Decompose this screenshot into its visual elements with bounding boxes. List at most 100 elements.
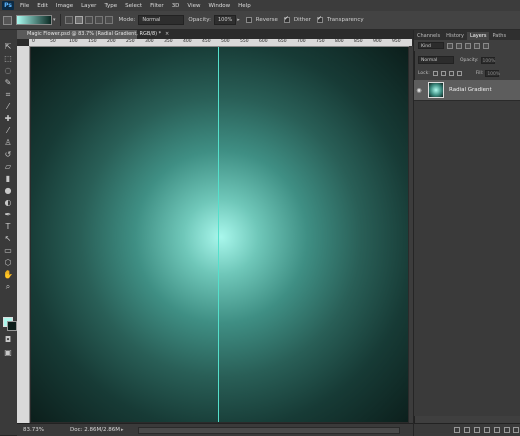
healing-brush-tool-icon[interactable]: ✚ [3,114,13,124]
pixel-filter-icon[interactable] [447,42,453,49]
menu-view[interactable]: View [187,3,200,9]
reverse-checkbox[interactable] [245,17,252,23]
blend-mode-select[interactable]: Normal [418,56,454,64]
layer-opacity-field[interactable]: 100% [480,56,495,64]
trash-icon[interactable] [513,427,519,433]
adjustment-layer-icon[interactable] [484,427,490,433]
pen-tool-icon[interactable]: ✒ [3,210,13,220]
fill-field[interactable]: 100% [485,69,500,77]
background-color-swatch[interactable] [7,321,17,331]
diamond-gradient-button[interactable] [104,16,113,24]
vertical-guide[interactable] [218,47,219,422]
link-layers-icon[interactable] [454,427,460,433]
lock-transparent-icon[interactable] [432,70,438,76]
menu-select[interactable]: Select [125,3,142,9]
menu-filter[interactable]: Filter [150,3,164,9]
tools-panel: ⇱ ⬚ ◌ ✎ ⌗ ⁄ ✚ ⁄ ♙ ↺ ▱ ▮ ● ◐ ✒ T ↖ ▭ ⬡ ✋ … [0,30,18,435]
hand-tool-icon[interactable]: ✋ [3,270,13,280]
ruler-label: 550 [240,39,249,44]
lock-image-icon[interactable] [440,70,446,76]
eye-icon[interactable]: ◉ [414,87,424,94]
reflected-gradient-button[interactable] [94,16,103,24]
zoom-level-field[interactable]: 83.73% [23,427,44,433]
chevron-right-icon[interactable]: ▸ [237,17,240,23]
tool-preset-icon[interactable] [3,15,12,25]
ruler-label: 300 [145,39,154,44]
transparency-checkbox[interactable] [316,15,323,23]
blur-tool-icon[interactable]: ● [3,186,13,196]
type-tool-icon[interactable]: T [3,222,13,232]
menu-file[interactable]: File [20,3,29,9]
document-size[interactable]: Doc: 2.86M/2.86M [70,427,120,433]
adjustment-filter-icon[interactable] [456,42,462,49]
mode-label: Mode: [118,17,136,23]
3d-tool-icon[interactable]: ⬡ [3,258,13,268]
linear-gradient-button[interactable] [64,16,73,24]
lock-position-icon[interactable] [448,70,454,76]
zoom-tool-icon[interactable]: ⌕ [3,282,13,292]
menu-layer[interactable]: Layer [81,3,96,9]
layer-thumbnail[interactable] [428,82,444,98]
quick-select-tool-icon[interactable]: ✎ [3,78,13,88]
radial-gradient-button[interactable] [74,16,83,24]
angle-gradient-button[interactable] [84,16,93,24]
dither-checkbox[interactable] [283,15,290,23]
canvas-radial-gradient[interactable] [31,47,408,422]
gradient-preview[interactable] [16,15,52,25]
horizontal-ruler[interactable]: 0 50 100 150 200 250 300 350 400 450 500… [29,39,412,47]
eyedropper-tool-icon[interactable]: ⁄ [3,102,13,112]
new-group-icon[interactable] [494,427,500,433]
layer-name[interactable]: Radial Gradient [449,87,492,93]
quick-mask-icon[interactable]: ◘ [3,335,13,345]
tab-layers[interactable]: Layers [466,32,490,40]
ruler-label: 50 [50,39,56,44]
screen-mode-icon[interactable]: ▣ [3,348,13,358]
brush-tool-icon[interactable]: ⁄ [3,126,13,136]
horizontal-scrollbar[interactable] [137,426,400,434]
gradient-tool-icon[interactable]: ▮ [3,174,13,184]
vertical-ruler[interactable] [17,46,30,423]
shape-tool-icon[interactable]: ▭ [3,246,13,256]
menu-help[interactable]: Help [238,3,251,9]
new-layer-icon[interactable] [504,427,510,433]
history-brush-tool-icon[interactable]: ↺ [3,150,13,160]
lock-all-icon[interactable] [456,70,462,76]
type-filter-icon[interactable] [465,42,471,49]
menu-edit[interactable]: Edit [37,3,48,9]
tab-channels[interactable]: Channels [414,32,443,40]
lock-label: Lock: [418,70,430,76]
layer-mask-icon[interactable] [474,427,480,433]
document-tab[interactable]: Magic Flower.psd @ 83.7% (Radial Gradien… [17,30,161,39]
layer-row[interactable]: ◉ Radial Gradient [414,80,520,101]
marquee-tool-icon[interactable]: ⬚ [3,54,13,64]
ruler-label: 250 [126,39,135,44]
transparency-label: Transparency [326,17,364,23]
move-tool-icon[interactable]: ⇱ [3,42,13,52]
lasso-tool-icon[interactable]: ◌ [3,66,13,76]
dodge-tool-icon[interactable]: ◐ [3,198,13,208]
menu-type[interactable]: Type [104,3,117,9]
chevron-right-icon[interactable]: ▸ [121,427,124,433]
tab-history[interactable]: History [443,32,467,40]
clone-stamp-tool-icon[interactable]: ♙ [3,138,13,148]
close-icon[interactable]: × [165,30,169,39]
divider [59,14,61,26]
kind-filter-select[interactable]: Kind [418,42,444,49]
fill-label: Fill: [475,70,484,76]
path-selection-tool-icon[interactable]: ↖ [3,234,13,244]
layer-style-icon[interactable] [464,427,470,433]
opacity-field[interactable]: 100% [213,15,237,25]
crop-tool-icon[interactable]: ⌗ [3,90,13,100]
vertical-scrollbar[interactable] [409,46,413,423]
opacity-label: Opacity: [460,57,479,63]
chevron-down-icon[interactable]: ▾ [53,17,56,23]
mode-select[interactable]: Normal [138,15,185,25]
ruler-label: 800 [335,39,344,44]
shape-filter-icon[interactable] [474,42,480,49]
menu-3d[interactable]: 3D [172,3,180,9]
tab-paths[interactable]: Paths [489,32,509,40]
smart-object-filter-icon[interactable] [483,42,489,49]
menu-image[interactable]: Image [56,3,73,9]
menu-window[interactable]: Window [208,3,230,9]
eraser-tool-icon[interactable]: ▱ [3,162,13,172]
